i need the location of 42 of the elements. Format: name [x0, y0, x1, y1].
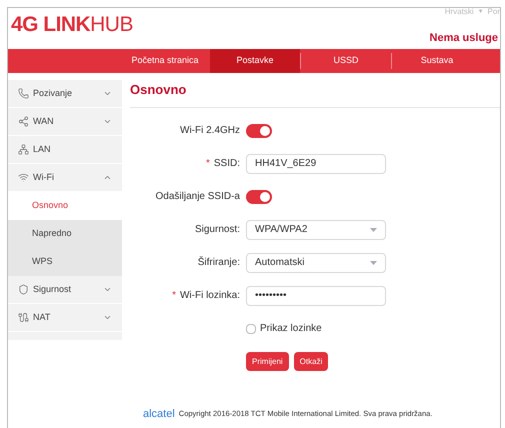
caret-icon	[370, 228, 377, 232]
nav-tab[interactable]: Sustava	[392, 49, 482, 73]
toggle-switch[interactable]	[246, 124, 272, 138]
sidebar-subitem[interactable]: WPS	[8, 248, 122, 276]
nav-tab[interactable]: Postavke	[210, 49, 300, 73]
dropdown[interactable]: Automatski	[246, 252, 386, 272]
field-label: Sigurnost:	[194, 223, 240, 237]
brand-logo: alcatel	[143, 406, 175, 422]
required-mark: *	[172, 289, 176, 303]
network-icon	[18, 144, 29, 155]
wifi-icon	[18, 172, 29, 183]
sidebar-item[interactable]: LAN	[8, 136, 122, 164]
plug-icon	[18, 312, 29, 323]
sidebar-subitem[interactable]: Napredno	[8, 220, 122, 248]
dropdown[interactable]: WPA/WPA2	[246, 220, 386, 240]
field-label: Wi-Fi 2.4GHz	[180, 124, 240, 138]
sidebar-item[interactable]: NAT	[8, 304, 122, 332]
checkbox-label: Prikaz lozinke	[260, 322, 322, 336]
required-mark: *	[206, 157, 210, 171]
caret-icon	[370, 260, 377, 264]
password-field[interactable]: •••••••••	[246, 286, 386, 306]
toggle-switch[interactable]	[246, 190, 272, 204]
sidebar-subitem[interactable]: Osnovno	[8, 192, 122, 220]
sidebar-item[interactable]: Sigurnost	[8, 276, 122, 304]
sidebar-item[interactable]: Pozivanje	[8, 80, 122, 108]
action-button[interactable]: Otkaži	[294, 352, 328, 371]
input-field[interactable]: HH41V_6E29	[246, 154, 386, 174]
sidebar-item[interactable]: WAN	[8, 108, 122, 136]
field-label: Odašiljanje SSID-a	[156, 190, 240, 204]
field-label: Šifriranje:	[198, 255, 240, 270]
checkbox[interactable]	[246, 324, 256, 334]
phone-icon	[18, 88, 29, 99]
action-button[interactable]: Primijeni	[246, 352, 289, 371]
nav-tab[interactable]: Početna stranica	[120, 49, 210, 73]
field-label: Wi-Fi lozinka:	[180, 289, 240, 303]
status-text: Nema usluge	[430, 31, 498, 46]
field-label: SSID:	[214, 157, 240, 171]
section-title: Osnovno	[130, 81, 186, 100]
share-icon	[18, 116, 29, 127]
shield-icon	[18, 284, 29, 295]
logo: 4G LINKHUB	[11, 12, 133, 38]
nav-tab[interactable]: USSD	[301, 49, 391, 73]
